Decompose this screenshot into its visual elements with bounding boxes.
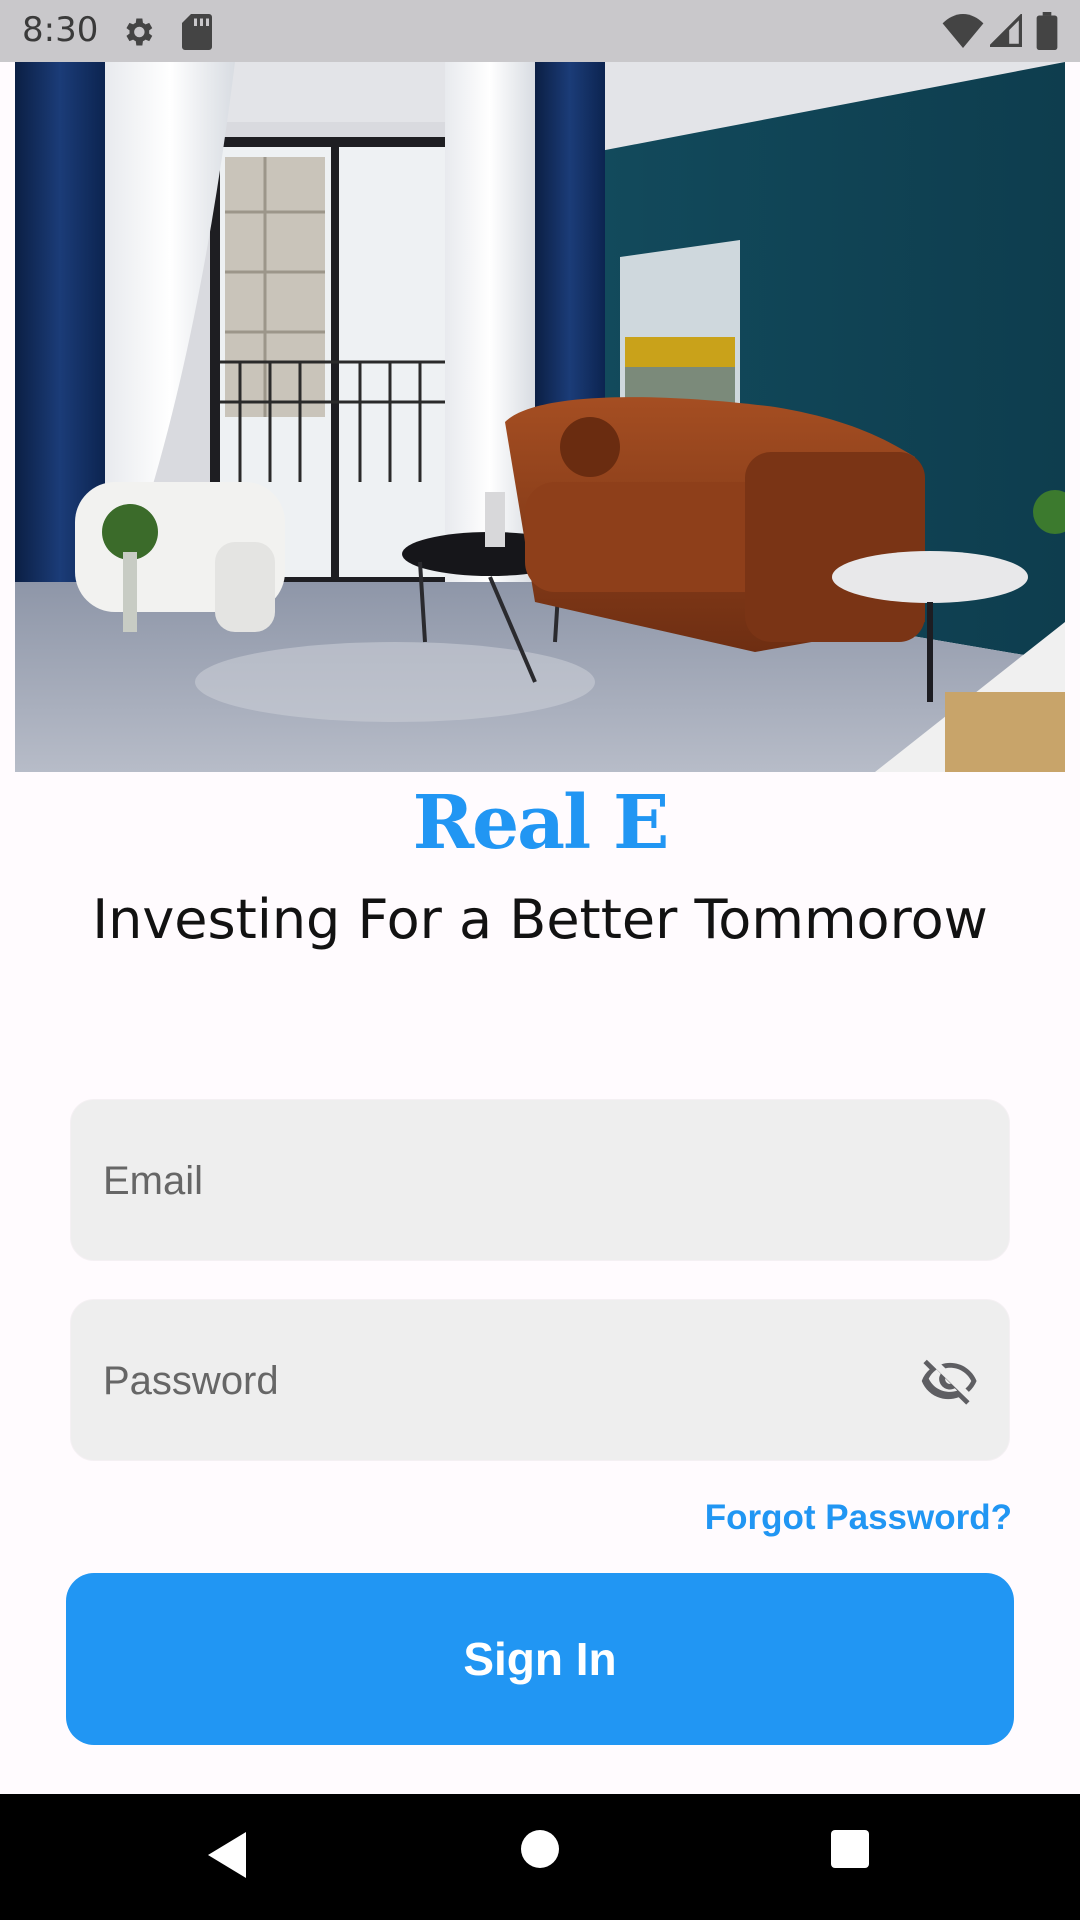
battery-icon [1036, 12, 1058, 50]
recents-icon[interactable] [829, 1828, 871, 1870]
email-field-container [70, 1099, 1010, 1262]
status-bar: 8:30 [0, 0, 1080, 62]
wifi-icon [942, 14, 984, 48]
brand-logo: Real E [412, 780, 670, 866]
forgot-password-link[interactable]: Forgot Password? [705, 1498, 1012, 1538]
living-room-photo [15, 62, 1065, 772]
sign-in-button[interactable]: Sign In [66, 1573, 1014, 1745]
gear-icon [126, 18, 153, 46]
signal-icon [990, 14, 1022, 47]
eye-off-icon[interactable] [919, 1352, 981, 1410]
brand-tagline: Investing For a Better Tommorow [92, 888, 988, 951]
hero-image [15, 62, 1065, 772]
sign-in-label: Sign In [463, 1633, 617, 1685]
sd-card-icon [182, 14, 212, 50]
email-field[interactable] [101, 1100, 925, 1262]
password-field[interactable] [101, 1300, 925, 1462]
home-icon[interactable] [519, 1828, 561, 1870]
password-field-container [70, 1299, 1010, 1462]
navigation-bar [0, 1794, 1080, 1920]
back-icon[interactable] [204, 1828, 250, 1882]
status-time: 8:30 [22, 10, 99, 50]
